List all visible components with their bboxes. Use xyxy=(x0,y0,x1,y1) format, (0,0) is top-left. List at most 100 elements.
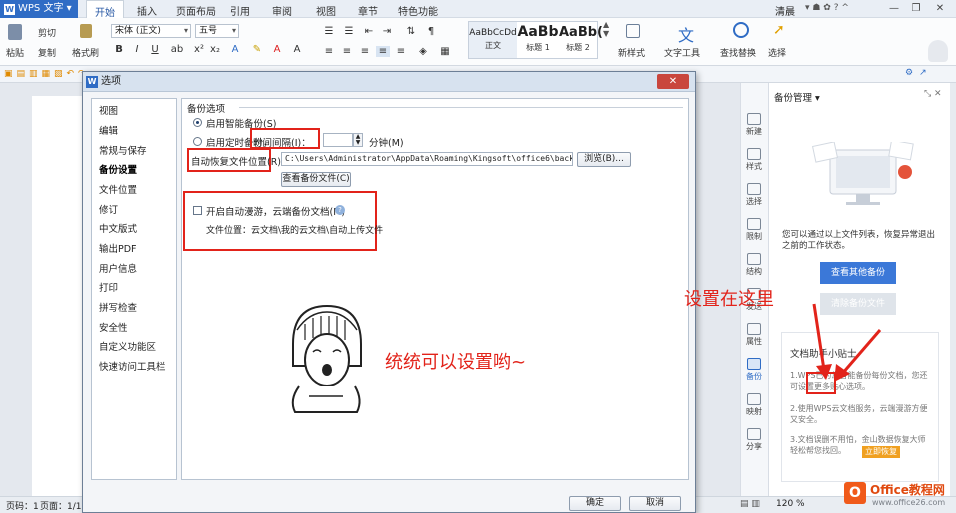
user-name[interactable]: 清晨 xyxy=(775,3,795,18)
tab-page-layout[interactable]: 页面布局 xyxy=(176,3,216,18)
style-normal[interactable]: AaBbCcDd 正文 xyxy=(469,22,517,58)
rail-new[interactable]: 新建 xyxy=(740,113,768,137)
timed-backup-radio[interactable] xyxy=(193,137,202,146)
tab-review[interactable]: 审阅 xyxy=(272,3,292,18)
justify-button[interactable]: ≡ xyxy=(376,46,390,57)
shading-button[interactable]: ◈ xyxy=(416,46,430,57)
panel-title-text: 备份管理 xyxy=(774,93,813,104)
wps-app-menu-button[interactable]: W WPS 文字 ▾ xyxy=(0,0,78,18)
nav-view[interactable]: 视图 xyxy=(99,103,118,117)
view-backup-files-button[interactable]: 查看备份文件(C) xyxy=(281,172,351,187)
interval-spinner[interactable]: ▲ ▼ xyxy=(353,133,363,147)
cancel-button[interactable]: 取消 xyxy=(629,496,681,511)
align-left-button[interactable]: ≡ xyxy=(322,46,336,57)
select-button[interactable]: 选择 xyxy=(768,46,786,59)
subscript-button[interactable]: x₂ xyxy=(208,44,222,55)
rail-restrict[interactable]: 限制 xyxy=(740,218,768,242)
rail-select[interactable]: 选择 xyxy=(740,183,768,207)
view-mode-icons[interactable]: ▤ ▥ xyxy=(740,499,760,509)
nav-user-info[interactable]: 用户信息 xyxy=(99,261,137,275)
smart-backup-radio[interactable] xyxy=(193,118,202,127)
roaming-checkbox[interactable] xyxy=(193,206,202,215)
nav-output-pdf[interactable]: 输出PDF xyxy=(99,241,137,255)
nav-print[interactable]: 打印 xyxy=(99,280,118,294)
nav-spell-check[interactable]: 拼写检查 xyxy=(99,300,137,314)
rail-properties[interactable]: 属性 xyxy=(740,323,768,347)
interval-input[interactable] xyxy=(323,133,353,147)
nav-file-location[interactable]: 文件位置 xyxy=(99,182,137,196)
roaming-label[interactable]: 开启自动漫游，云端备份文档(M) xyxy=(206,204,345,218)
tab-chapter[interactable]: 章节 xyxy=(358,3,378,18)
autorecover-path-input[interactable]: C:\Users\Administrator\AppData\Roaming\K… xyxy=(281,152,573,166)
text-tools-button[interactable]: 文字工具 xyxy=(664,46,700,59)
borders-button[interactable]: ▦ xyxy=(438,46,452,57)
ok-button[interactable]: 确定 xyxy=(569,496,621,511)
structure-icon xyxy=(747,253,761,265)
rail-structure[interactable]: 结构 xyxy=(740,253,768,277)
bold-button[interactable]: B xyxy=(112,44,126,55)
paste-button[interactable]: 粘贴 xyxy=(6,46,24,59)
tab-references[interactable]: 引用 xyxy=(230,3,250,18)
rail-share[interactable]: 分享 xyxy=(740,428,768,452)
char-border-button[interactable]: A xyxy=(290,44,304,55)
distribute-button[interactable]: ≡ xyxy=(394,46,408,57)
font-effect-button[interactable]: A xyxy=(228,44,242,55)
view-other-backups-button[interactable]: 查看其他备份 xyxy=(820,262,896,284)
underline-button[interactable]: U xyxy=(148,44,162,55)
align-center-button[interactable]: ≡ xyxy=(340,46,354,57)
copy-button[interactable]: 复制 xyxy=(38,46,56,59)
new-style-button[interactable]: 新样式 xyxy=(618,46,645,59)
sort-button[interactable]: ⇅ xyxy=(404,26,418,37)
dialog-titlebar[interactable]: W 选项 xyxy=(83,72,695,92)
italic-button[interactable]: I xyxy=(130,44,144,55)
bullet-list-button[interactable]: ☰ xyxy=(322,26,336,37)
options-dialog: W 选项 ✕ 视图 编辑 常规与保存 备份设置 文件位置 修订 中文版式 输出P… xyxy=(82,71,696,513)
close-button[interactable]: ✕ xyxy=(932,2,948,15)
nav-security[interactable]: 安全性 xyxy=(99,320,128,334)
maximize-button[interactable]: ❐ xyxy=(908,2,924,15)
decrease-indent-button[interactable]: ⇤ xyxy=(362,26,376,37)
numbered-list-button[interactable]: ☰ xyxy=(342,26,356,37)
tab-special[interactable]: 特色功能 xyxy=(398,3,438,18)
rail-mapping[interactable]: 映射 xyxy=(740,393,768,417)
panel-close-icon[interactable]: ⤡ ✕ xyxy=(924,89,942,99)
nav-edit[interactable]: 编辑 xyxy=(99,123,118,137)
superscript-button[interactable]: x² xyxy=(192,44,206,55)
font-size-select[interactable]: 五号 xyxy=(195,24,239,38)
align-right-button[interactable]: ≡ xyxy=(358,46,372,57)
panel-scrollbar[interactable] xyxy=(950,83,956,496)
nav-customize-ribbon[interactable]: 自定义功能区 xyxy=(99,339,156,353)
help-icon[interactable]: ? xyxy=(335,205,345,215)
font-name-select[interactable]: 宋体 (正文) xyxy=(111,24,191,38)
quick-access-icons[interactable]: ▣▤▥▦▧↶↷ xyxy=(4,69,90,79)
browse-button[interactable]: 浏览(B)... xyxy=(577,152,631,167)
tab-view[interactable]: 视图 xyxy=(316,3,336,18)
style-heading-1[interactable]: AaBb 标题 1 xyxy=(517,22,559,58)
font-color-button[interactable]: A xyxy=(270,44,284,55)
format-painter-button[interactable]: 格式刷 xyxy=(72,46,99,59)
rail-style[interactable]: 样式 xyxy=(740,148,768,172)
rail-backup[interactable]: 备份 xyxy=(740,358,768,382)
cut-button[interactable]: 剪切 xyxy=(38,26,56,39)
panel-header-icons[interactable]: ⚙↗ xyxy=(905,68,933,78)
panel-title[interactable]: 备份管理 ▾ xyxy=(774,90,820,104)
nav-chinese-layout[interactable]: 中文版式 xyxy=(99,221,137,235)
show-marks-button[interactable]: ¶ xyxy=(424,26,438,37)
highlight-button[interactable]: ✎ xyxy=(250,44,264,55)
mascot-icon[interactable] xyxy=(928,40,948,62)
tab-home[interactable]: 开始 xyxy=(86,0,124,19)
style-heading-2[interactable]: AaBb( 标题 2 xyxy=(559,22,603,58)
minimize-button[interactable]: — xyxy=(886,2,902,15)
nav-revision[interactable]: 修订 xyxy=(99,202,118,216)
nav-backup-settings[interactable]: 备份设置 xyxy=(99,162,137,176)
find-replace-button[interactable]: 查找替换 xyxy=(720,46,756,59)
gallery-scroll-icon[interactable]: ▲ ▼ xyxy=(603,20,609,38)
zoom-level[interactable]: 120 % xyxy=(776,499,805,509)
nav-general-save[interactable]: 常规与保存 xyxy=(99,143,147,157)
tab-insert[interactable]: 插入 xyxy=(137,3,157,18)
strikethrough-button[interactable]: ab xyxy=(166,44,188,55)
nav-quick-access-toolbar[interactable]: 快速访问工具栏 xyxy=(99,359,166,373)
increase-indent-button[interactable]: ⇥ xyxy=(380,26,394,37)
dialog-close-button[interactable]: ✕ xyxy=(657,74,689,89)
restore-now-button[interactable]: 立即恢复 xyxy=(862,446,900,458)
